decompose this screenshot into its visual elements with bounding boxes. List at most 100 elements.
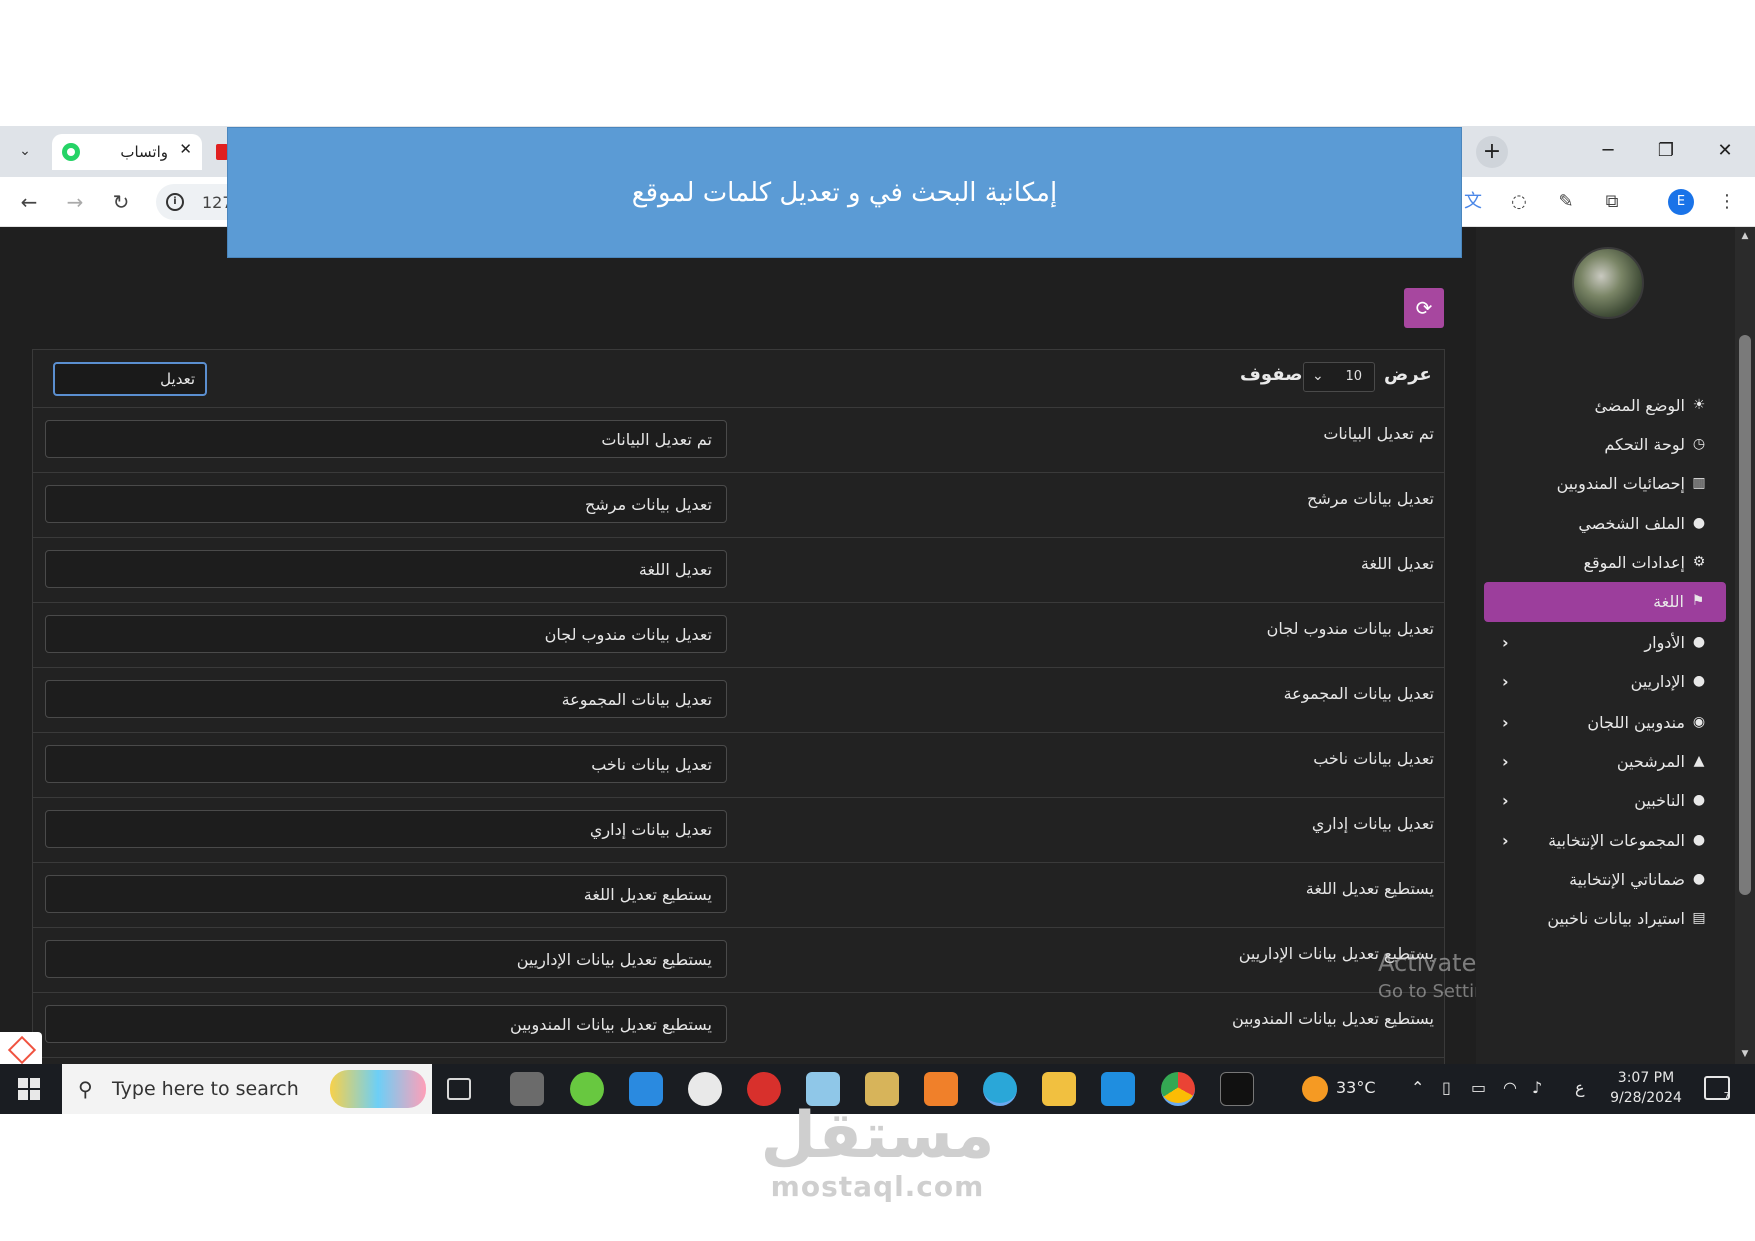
user-tie-icon: ● [1692, 673, 1706, 689]
device-icon[interactable]: ▯ [1442, 1078, 1451, 1097]
address-bar[interactable]: i 127 [156, 184, 236, 220]
tab-search-icon[interactable]: ⌄ [14, 140, 36, 162]
restore-button[interactable]: ❐ [1646, 136, 1686, 166]
forward-icon[interactable]: → [60, 187, 90, 217]
eyedropper-icon[interactable]: ✎ [1553, 189, 1579, 215]
table-row: تعديل بيانات المجموعة [33, 668, 1444, 733]
translation-value-input[interactable] [45, 420, 727, 458]
weather-temp[interactable]: 33°C [1336, 1078, 1376, 1097]
page-length-select[interactable]: 10 ⌄ [1303, 362, 1375, 392]
extensions-icon[interactable]: ⧉ [1599, 189, 1625, 215]
show-label: عرض [1384, 364, 1432, 385]
translation-key: يستطيع تعديل اللغة [1305, 879, 1434, 898]
task-view-icon[interactable] [447, 1078, 471, 1100]
sidebar-item-12[interactable]: ● المجموعات الإنتخابية ‹ [1476, 821, 1735, 861]
sidebar-item-4[interactable]: ● الملف الشخصي [1476, 504, 1735, 544]
translate-icon[interactable]: 文 [1460, 189, 1486, 215]
chevron-icon[interactable]: ‹ [1502, 752, 1509, 771]
file-import-icon: ▤ [1692, 910, 1706, 926]
translation-value-input[interactable] [45, 680, 727, 718]
sidebar-item-14[interactable]: ▤ استيراد بيانات ناخبين [1476, 899, 1735, 939]
weather-icon[interactable] [1302, 1076, 1328, 1102]
chrome-icon[interactable] [1161, 1072, 1195, 1106]
cloud-app-icon[interactable] [570, 1072, 604, 1106]
reload-icon[interactable]: ↻ [106, 187, 136, 217]
minimize-button[interactable]: ─ [1588, 136, 1628, 166]
sidebar-item-7[interactable]: ● الأدوار ‹ [1476, 623, 1735, 663]
taskbar-clock[interactable]: 3:07 PM 9/28/2024 [1596, 1068, 1696, 1108]
sidebar-item-8[interactable]: ● الإداريين ‹ [1476, 662, 1735, 702]
pie-app-icon[interactable] [688, 1072, 722, 1106]
translation-value-input[interactable] [45, 810, 727, 848]
taskbar-search[interactable]: ⚲ Type here to search [62, 1064, 432, 1114]
debugbar-toggle[interactable] [0, 1032, 42, 1064]
volume-icon[interactable]: ♪ [1532, 1078, 1542, 1097]
sidebar-item-3[interactable]: ▥ إحصائيات المندوبين [1476, 464, 1735, 504]
chevron-icon[interactable]: ‹ [1502, 713, 1509, 732]
user-secret-icon: ▲ [1693, 753, 1705, 769]
search-input[interactable] [53, 362, 207, 396]
new-tab-button[interactable]: + [1476, 136, 1508, 168]
avatar[interactable] [1572, 247, 1644, 319]
file-explorer-icon[interactable] [1042, 1072, 1076, 1106]
translation-key: تعديل بيانات مندوب لجان [1266, 619, 1434, 638]
sidebar-item-11[interactable]: ● الناخبين ‹ [1476, 781, 1735, 821]
chevron-icon[interactable]: ‹ [1502, 633, 1509, 652]
chevron-icon[interactable]: ‹ [1502, 791, 1509, 810]
translation-value-input[interactable] [45, 745, 727, 783]
sidebar-item-9[interactable]: ◉ مندوبين اللجان ‹ [1476, 703, 1735, 743]
translation-value-input[interactable] [45, 550, 727, 588]
vscode-icon[interactable] [1101, 1072, 1135, 1106]
windows-start-icon[interactable] [18, 1078, 40, 1100]
sidebar-item-label: إعدادات الموقع [1583, 553, 1685, 572]
terminal-icon[interactable] [1220, 1072, 1254, 1106]
input-language[interactable]: ع [1575, 1078, 1585, 1097]
flag-icon: ⚑ [1691, 593, 1705, 609]
sidebar: ☀ الوضع المضئ ◷ لوحة التحكم ▥ إحصائيات المندو… [1476, 227, 1735, 1064]
back-icon[interactable]: ← [14, 187, 44, 217]
user-gear-icon: ● [1692, 634, 1706, 650]
sidebar-item-label: مندوبين اللجان [1587, 713, 1685, 732]
chart-icon: ▥ [1692, 475, 1706, 491]
close-window-button[interactable]: ✕ [1705, 136, 1745, 166]
battery-icon[interactable]: ▭ [1471, 1078, 1486, 1097]
translation-value-input[interactable] [45, 875, 727, 913]
translation-key: تعديل اللغة [1360, 554, 1434, 573]
sidebar-item-10[interactable]: ▲ المرشحين ‹ [1476, 742, 1735, 782]
remote-app-icon[interactable] [629, 1072, 663, 1106]
gauge-icon: ◷ [1692, 436, 1706, 452]
site-info-icon[interactable]: i [166, 193, 184, 211]
translation-value-input[interactable] [45, 485, 727, 523]
notification-icon[interactable]: 7 [1704, 1076, 1730, 1102]
scrollbar-thumb[interactable] [1739, 335, 1751, 895]
table-row: تعديل بيانات إداري [33, 798, 1444, 863]
search-icon: ⚲ [78, 1077, 93, 1101]
browser-tab-whatsapp[interactable]: واتساب ✕ [52, 134, 202, 170]
sidebar-item-6[interactable]: ⚑ اللغة [1484, 582, 1726, 622]
translation-value-input[interactable] [45, 615, 727, 653]
mouse-icon[interactable]: ◌ [1506, 189, 1532, 215]
video-editor-icon[interactable] [510, 1072, 544, 1106]
wifi-icon[interactable]: ◠ [1503, 1078, 1517, 1097]
page-scrollbar[interactable]: ▲ ▼ [1735, 227, 1755, 1064]
chevron-icon[interactable]: ‹ [1502, 831, 1509, 850]
chevron-icon[interactable]: ‹ [1502, 672, 1509, 691]
table-row: يستطيع تعديل بيانات الإداريين [33, 928, 1444, 993]
sidebar-item-2[interactable]: ◷ لوحة التحكم [1476, 425, 1735, 465]
translation-key: تعديل بيانات مرشح [1307, 489, 1434, 508]
translation-value-input[interactable] [45, 940, 727, 978]
sidebar-item-5[interactable]: ⚙ إعدادات الموقع [1476, 543, 1735, 583]
screenshot: ⌄ واتساب ✕ + ─ ❐ ✕ ← → ↻ i 127 文 ◌ ✎ ⧉ E… [0, 126, 1755, 1114]
rows-label: صفوف [1240, 364, 1303, 385]
sidebar-item-13[interactable]: ● ضماناتي الإنتخابية [1476, 860, 1735, 900]
sidebar-item-1[interactable]: ☀ الوضع المضئ [1476, 386, 1735, 426]
tab-close-icon[interactable]: ✕ [179, 140, 192, 158]
refresh-button[interactable]: ⟳ [1404, 288, 1444, 328]
show-hidden-icons-icon[interactable]: ⌃ [1411, 1078, 1424, 1097]
translation-value-input[interactable] [45, 1005, 727, 1043]
scroll-down-icon[interactable]: ▼ [1738, 1049, 1752, 1059]
scroll-up-icon[interactable]: ▲ [1738, 231, 1752, 241]
menu-icon[interactable]: ⋮ [1714, 189, 1740, 215]
search-highlight-image [330, 1070, 426, 1108]
profile-avatar[interactable]: E [1668, 189, 1694, 215]
